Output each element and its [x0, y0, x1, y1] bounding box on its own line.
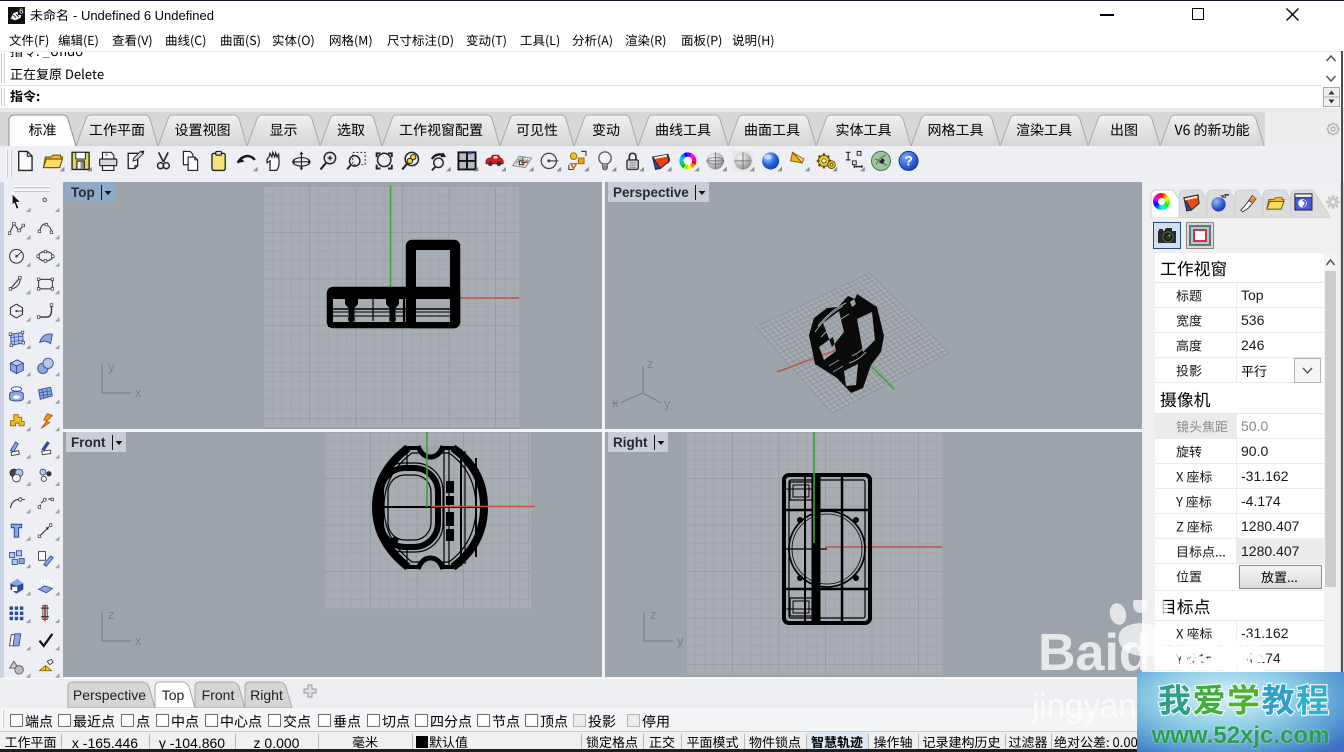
svg-text:z: z [650, 607, 657, 622]
svg-text:Right: Right [250, 687, 283, 703]
svg-text:6: 6 [19, 7, 23, 16]
svg-text:Front: Front [202, 687, 235, 703]
svg-text:x: x [612, 395, 619, 410]
svg-text:y: y [677, 633, 684, 648]
svg-text:x: x [135, 633, 142, 648]
svg-text:Perspective: Perspective [73, 687, 146, 703]
svg-text:Top: Top [162, 687, 185, 703]
svg-text:z: z [647, 356, 654, 371]
svg-text:y: y [664, 396, 671, 411]
svg-text:?: ? [904, 154, 913, 170]
svg-text:y: y [108, 359, 115, 374]
svg-text:x: x [135, 385, 142, 400]
svg-text:z: z [108, 607, 115, 622]
